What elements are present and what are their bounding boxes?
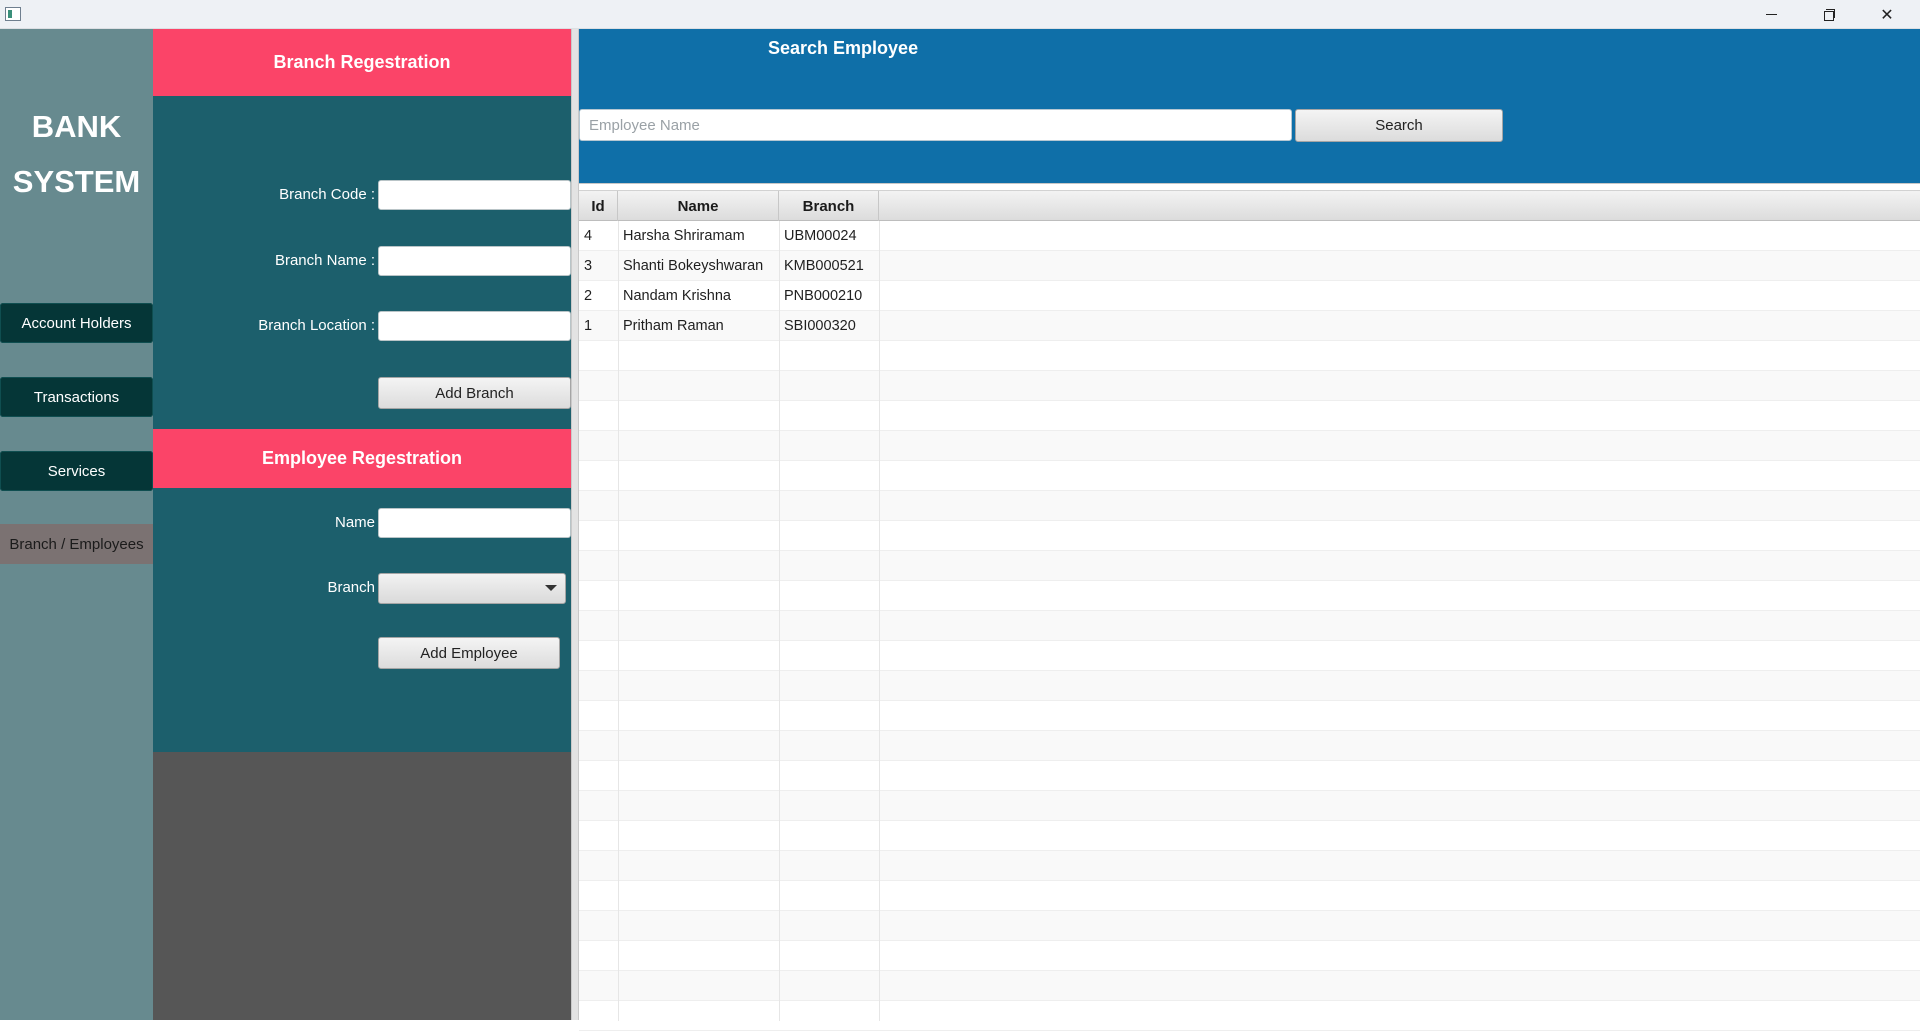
empty-table-row: [579, 791, 1920, 821]
registration-form-area: Branch Regestration Branch Code : Branch…: [153, 29, 571, 752]
cell-id: 4: [584, 227, 593, 244]
branch-code-field[interactable]: [378, 180, 571, 210]
table-row[interactable]: 3 Shanti Bokeyshwaran KMB000521: [579, 251, 1920, 281]
restore-icon: [1823, 9, 1835, 21]
empty-table-row: [579, 401, 1920, 431]
cell-id: 3: [584, 257, 593, 274]
column-separator: [779, 221, 780, 1021]
close-icon: ✕: [1880, 6, 1894, 24]
app-icon: [5, 7, 21, 21]
employee-registration-header: Employee Regestration: [153, 429, 571, 488]
add-branch-button[interactable]: Add Branch: [378, 377, 571, 409]
cell-branch: PNB000210: [784, 287, 863, 304]
column-header-branch[interactable]: Branch: [779, 191, 879, 221]
search-title: Search Employee: [768, 38, 919, 58]
empty-table-row: [579, 1001, 1920, 1031]
cell-name: Pritham Raman: [623, 317, 724, 334]
cell-name: Shanti Bokeyshwaran: [623, 257, 764, 274]
chevron-down-icon: [545, 585, 557, 591]
column-header-id[interactable]: Id: [579, 191, 618, 221]
nav-branch-employees-button[interactable]: Branch / Employees: [0, 524, 153, 564]
branch-name-field[interactable]: [378, 246, 571, 276]
empty-table-row: [579, 611, 1920, 641]
add-employee-button[interactable]: Add Employee: [378, 637, 560, 669]
minimize-button[interactable]: [1742, 0, 1800, 29]
empty-table-row: [579, 941, 1920, 971]
empty-table-row: [579, 521, 1920, 551]
cell-branch: SBI000320: [784, 317, 856, 334]
empty-table-row: [579, 761, 1920, 791]
employee-name-label: Name: [334, 514, 375, 531]
employee-name-field[interactable]: [378, 508, 571, 538]
empty-table-row: [579, 881, 1920, 911]
window-titlebar: ✕: [0, 0, 1920, 29]
cell-name: Harsha Shriramam: [623, 227, 745, 244]
column-header-name[interactable]: Name: [618, 191, 779, 221]
employee-search-input[interactable]: [579, 109, 1292, 141]
empty-table-row: [579, 851, 1920, 881]
empty-table-row: [579, 821, 1920, 851]
cell-name: Nandam Krishna: [623, 287, 731, 304]
branch-registration-header: Branch Regestration: [153, 29, 571, 96]
app-title-line1: BANK: [31, 109, 122, 144]
cell-id: 1: [584, 317, 593, 334]
empty-table-row: [579, 431, 1920, 461]
minimize-icon: [1765, 14, 1777, 15]
branch-location-field[interactable]: [378, 311, 571, 341]
employee-table: Id Name Branch 4 Harsha Shriramam UBM00024…: [579, 183, 1920, 1031]
cell-id: 2: [584, 287, 593, 304]
nav-services-button[interactable]: Services: [0, 451, 153, 491]
split-pane-divider[interactable]: [571, 29, 579, 1020]
registration-panel: Branch Regestration Branch Code : Branch…: [153, 29, 571, 1020]
table-row[interactable]: 2 Nandam Krishna PNB000210: [579, 281, 1920, 311]
app-title-line2: SYSTEM: [12, 164, 141, 199]
empty-table-row: [579, 341, 1920, 371]
sidebar: BANK SYSTEM Account Holders Transactions…: [0, 29, 153, 1020]
employee-branch-dropdown[interactable]: [378, 573, 566, 604]
table-row[interactable]: 4 Harsha Shriramam UBM00024: [579, 221, 1920, 251]
branch-name-label: Branch Name :: [274, 252, 375, 269]
empty-table-row: [579, 371, 1920, 401]
empty-table-row: [579, 701, 1920, 731]
nav-transactions-button[interactable]: Transactions: [0, 377, 153, 417]
branch-location-label: Branch Location :: [258, 317, 375, 334]
empty-table-row: [579, 911, 1920, 941]
empty-table-row: [579, 581, 1920, 611]
table-row[interactable]: 1 Pritham Raman SBI000320: [579, 311, 1920, 341]
restore-button[interactable]: [1800, 0, 1858, 29]
column-separator: [879, 221, 880, 1021]
cell-branch: UBM00024: [784, 227, 857, 244]
search-button[interactable]: Search: [1295, 109, 1503, 142]
table-header: Id Name Branch: [579, 190, 1920, 221]
empty-table-row: [579, 491, 1920, 521]
empty-table-row: [579, 671, 1920, 701]
cell-branch: KMB000521: [784, 257, 864, 274]
empty-table-row: [579, 551, 1920, 581]
empty-table-row: [579, 971, 1920, 1001]
employee-branch-label: Branch: [327, 579, 375, 596]
empty-table-row: [579, 731, 1920, 761]
search-panel: Search Employee Search: [579, 29, 1920, 183]
nav-account-holders-button[interactable]: Account Holders: [0, 303, 153, 343]
empty-table-row: [579, 461, 1920, 491]
app-title: BANK SYSTEM: [0, 99, 153, 209]
branch-code-label: Branch Code :: [279, 186, 375, 203]
column-separator: [618, 221, 619, 1021]
empty-table-row: [579, 641, 1920, 671]
close-button[interactable]: ✕: [1858, 0, 1916, 29]
